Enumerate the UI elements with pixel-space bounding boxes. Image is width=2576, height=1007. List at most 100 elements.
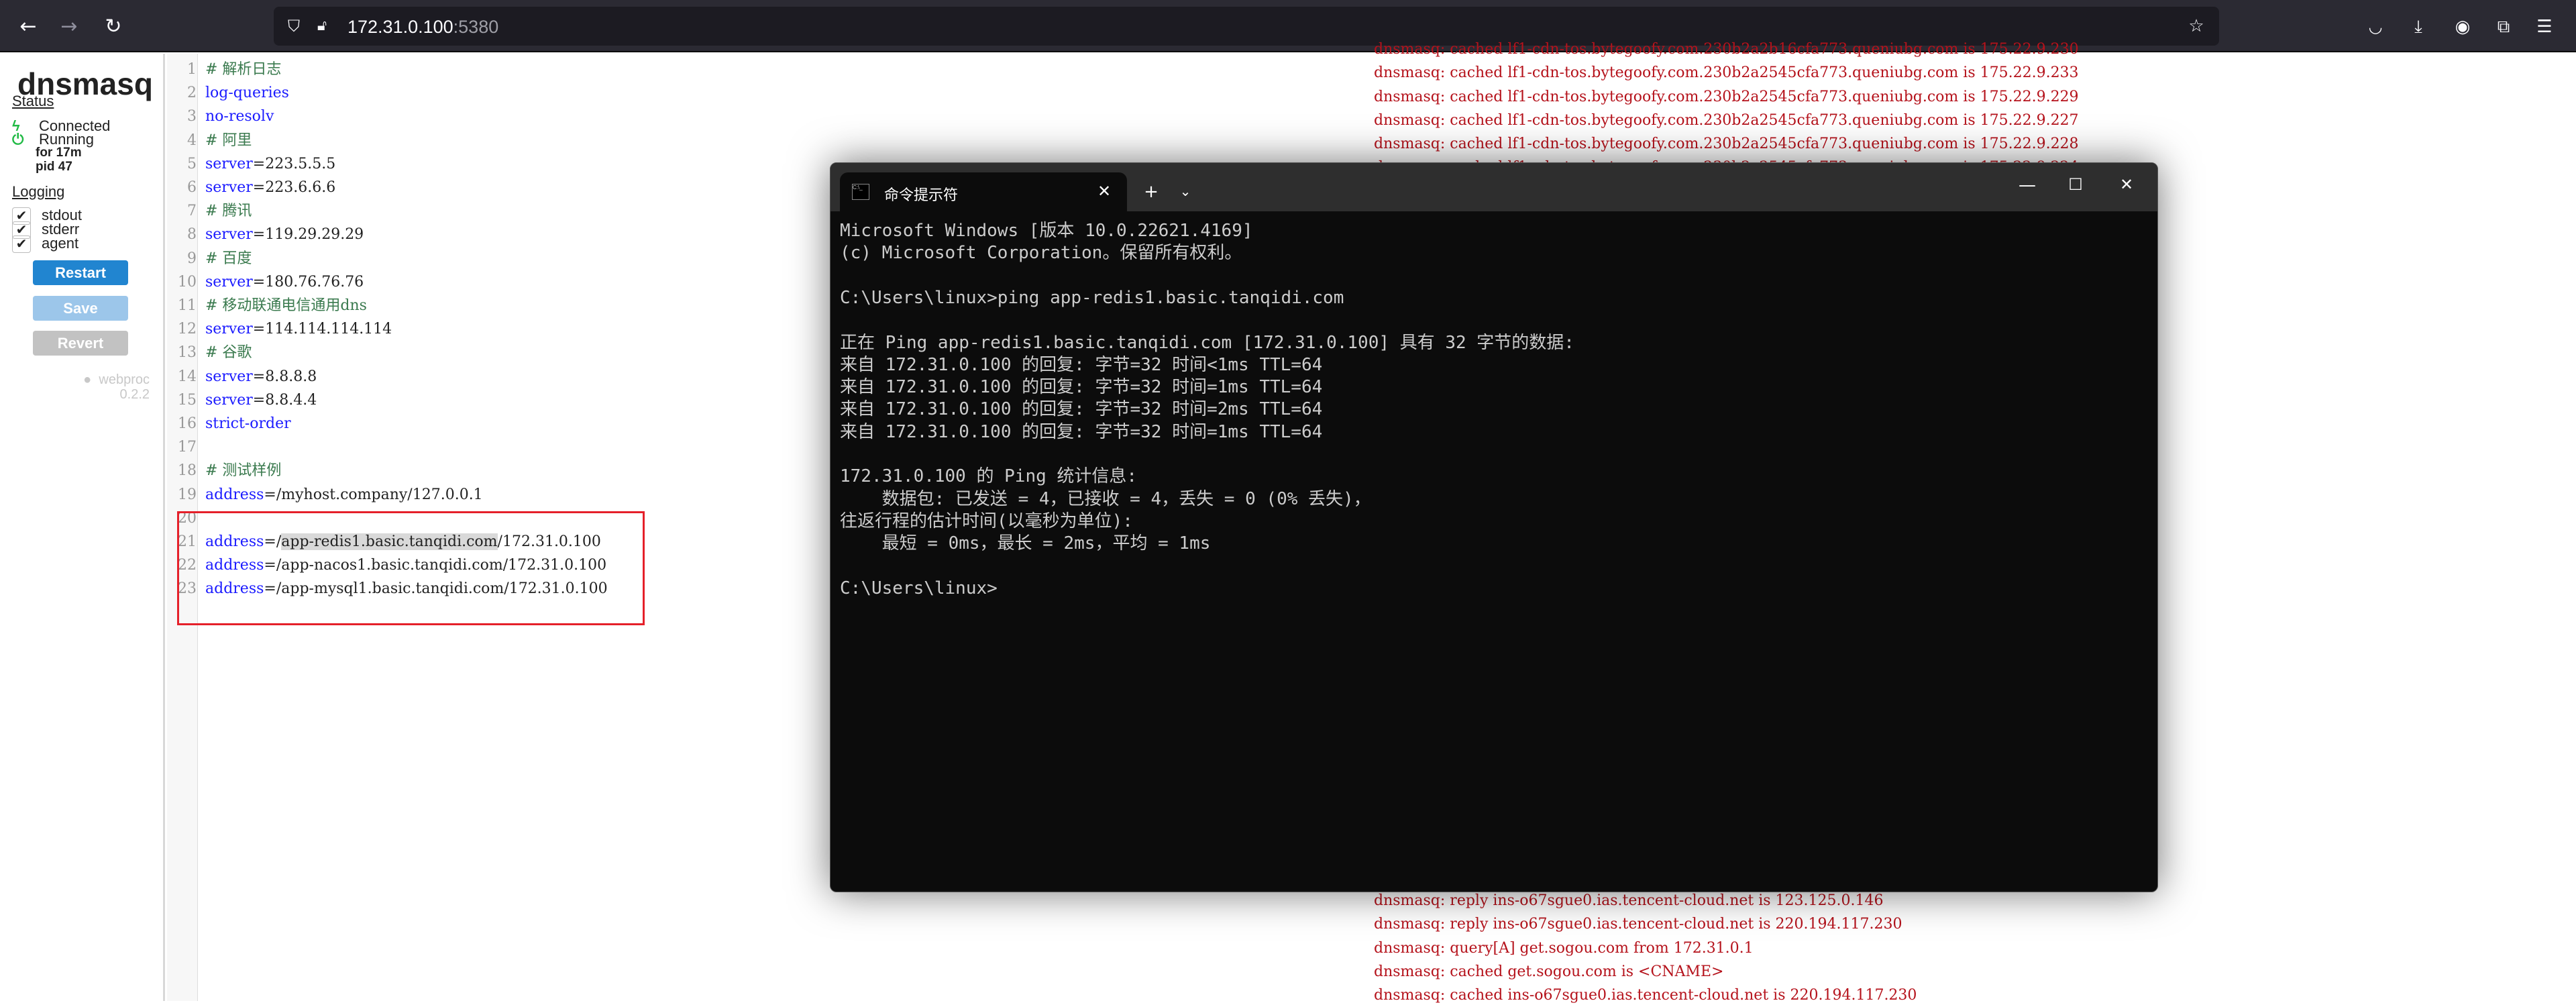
menu-icon[interactable]: ☰ xyxy=(2531,13,2558,40)
save-button[interactable]: Save xyxy=(33,296,128,321)
terminal-line: Microsoft Windows [版本 10.0.22621.4169] xyxy=(840,221,1253,241)
comment-text: # 移动联通电信通用dns xyxy=(205,297,367,314)
line-number: 9 xyxy=(187,250,197,267)
account-icon[interactable]: ◉ xyxy=(2449,13,2476,40)
log-line: dnsmasq: reply ins-o67sgue0.ias.tencent-… xyxy=(1374,916,1902,933)
directive-value: =8.8.8.8 xyxy=(252,368,317,385)
reload-icon[interactable]: ↻ xyxy=(100,13,127,40)
comment-text: # 阿里 xyxy=(205,131,252,149)
tab-title: 命令提示符 xyxy=(884,187,959,203)
comment-text: # 谷歌 xyxy=(205,344,252,362)
download-icon[interactable]: ⤓ xyxy=(2405,13,2432,40)
terminal-line: 往返行程的估计时间(以毫秒为单位): xyxy=(840,511,1133,531)
version: 0.2.2 xyxy=(119,387,150,402)
directive-value: =180.76.76.76 xyxy=(252,273,364,290)
bookmark-star-icon[interactable]: ☆ xyxy=(2183,13,2210,40)
checkbox-label: agent xyxy=(42,235,79,252)
browser-toolbar: ← → ↻ ⛉ 🔓︎ 172.31.0.100:5380 ☆ ◡ ⤓ ◉ ⧉ ☰ xyxy=(0,0,2576,52)
maximize-icon[interactable]: ☐ xyxy=(2062,175,2089,194)
new-tab-icon[interactable]: + xyxy=(1138,182,1165,202)
directive-value: =223.6.6.6 xyxy=(252,179,336,196)
close-window-icon[interactable]: ✕ xyxy=(2113,175,2140,194)
power-icon: ⏻ xyxy=(12,131,24,148)
code-line: # 移动联通电信通用dns xyxy=(205,294,367,317)
terminal-line: (c) Microsoft Corporation。保留所有权利。 xyxy=(840,243,1242,264)
code-line: server=8.8.4.4 xyxy=(205,388,317,412)
code-line: log-queries xyxy=(205,81,289,105)
status-heading: Status xyxy=(12,93,54,109)
log-line: dnsmasq: query[A] get.sogou.com from 172… xyxy=(1374,939,1754,957)
pocket-icon[interactable]: ◡ xyxy=(2362,13,2389,40)
line-number: 13 xyxy=(178,344,197,362)
code-line: server=8.8.8.8 xyxy=(205,365,317,388)
line-number: 6 xyxy=(187,179,197,196)
url-text[interactable]: 172.31.0.100:5380 xyxy=(347,17,498,38)
close-tab-icon[interactable]: ✕ xyxy=(1097,182,1111,201)
terminal-line: 最短 = 0ms，最长 = 2ms，平均 = 1ms xyxy=(840,533,1211,554)
log-line: dnsmasq: cached get.sogou.com is <CNAME> xyxy=(1374,963,1724,980)
code-line: # 解析日志 xyxy=(205,58,281,81)
directive-keyword: strict-order xyxy=(205,415,291,432)
terminal-line: 数据包: 已发送 = 4，已接收 = 4，丢失 = 0 (0% 丢失)， xyxy=(840,488,1371,509)
log-output-bottom: dnsmasq: reply ins-o67sgue0.ias.tencent-… xyxy=(1374,889,1917,1007)
terminal-line: 来自 172.31.0.100 的回复: 字节=32 时间=1ms TTL=64 xyxy=(840,421,1323,442)
restart-button[interactable]: Restart xyxy=(33,260,128,285)
insecure-lock-icon[interactable]: 🔓︎ xyxy=(309,13,335,40)
directive-keyword: server xyxy=(205,179,253,196)
line-number: 10 xyxy=(178,273,197,290)
directive-keyword: log-queries xyxy=(205,85,289,102)
code-line: # 腾讯 xyxy=(205,199,252,223)
chevron-down-icon[interactable]: ⌄ xyxy=(1172,183,1199,199)
line-number: 11 xyxy=(178,297,197,314)
uptime: for 17m xyxy=(36,146,82,160)
line-number: 2 xyxy=(187,85,197,102)
code-line: strict-order xyxy=(205,412,291,435)
log-line: dnsmasq: cached lf1-cdn-tos.bytegoofy.co… xyxy=(1374,111,2079,129)
terminal-line: 172.31.0.100 的 Ping 统计信息: xyxy=(840,466,1138,487)
line-number: 1 xyxy=(187,61,197,78)
code-line: no-resolv xyxy=(205,105,274,128)
directive-keyword: server xyxy=(205,273,253,290)
terminal-line: 来自 172.31.0.100 的回复: 字节=32 时间=1ms TTL=64 xyxy=(840,377,1323,398)
check-icon[interactable]: ✔ xyxy=(12,235,31,254)
revert-button[interactable]: Revert xyxy=(33,331,128,356)
code-line: # 百度 xyxy=(205,247,252,270)
code-line: # 谷歌 xyxy=(205,341,252,364)
terminal-line: 来自 172.31.0.100 的回复: 字节=32 时间<1ms TTL=64 xyxy=(840,354,1323,375)
log-line: dnsmasq: cached lf1-cdn-tos.bytegoofy.co… xyxy=(1374,88,2079,105)
footer-name: webproc xyxy=(99,372,150,387)
github-icon: ● xyxy=(83,372,92,387)
logging-heading: Logging xyxy=(12,183,65,200)
directive-value: =114.114.114.114 xyxy=(252,321,392,338)
sidebar: dnsmasq Status ϟ Connected ⏻ Running for 1… xyxy=(0,54,165,1001)
comment-text: # 测试样例 xyxy=(205,462,282,480)
directive-keyword: server xyxy=(205,226,253,244)
minimize-icon[interactable]: — xyxy=(2014,175,2041,195)
code-line: server=223.5.5.5 xyxy=(205,152,335,176)
shield-icon[interactable]: ⛉ xyxy=(280,13,307,40)
pid: pid 47 xyxy=(36,160,72,174)
url-port: :5380 xyxy=(453,17,499,37)
log-line: dnsmasq: cached ins-o67sgue0.ias.tencent… xyxy=(1374,987,1917,1004)
extensions-icon[interactable]: ⧉ xyxy=(2490,13,2517,40)
line-number: 4 xyxy=(187,131,197,149)
code-line: address=/myhost.company/127.0.0.1 xyxy=(205,483,483,507)
comment-text: # 百度 xyxy=(205,250,252,267)
terminal-titlebar: C:\_ 命令提示符 ✕ + ⌄ — ☐ ✕ xyxy=(830,163,2157,211)
back-icon[interactable]: ← xyxy=(15,13,42,40)
line-number: 15 xyxy=(178,391,197,409)
forward-icon[interactable]: → xyxy=(56,13,83,40)
comment-text: # 腾讯 xyxy=(205,203,252,220)
directive-keyword: server xyxy=(205,155,253,172)
terminal-tab[interactable]: C:\_ 命令提示符 ✕ xyxy=(840,172,1127,211)
cmd-icon: C:\_ xyxy=(852,184,869,200)
line-number: 5 xyxy=(187,155,197,172)
terminal-window[interactable]: C:\_ 命令提示符 ✕ + ⌄ — ☐ ✕ Microsoft Windows… xyxy=(830,162,2158,892)
line-number: 12 xyxy=(178,321,197,338)
highlight-box xyxy=(177,511,645,625)
checkbox-agent[interactable]: ✔ agent xyxy=(12,235,79,254)
directive-keyword: server xyxy=(205,391,253,409)
webproc-link[interactable]: ● webproc xyxy=(83,372,150,388)
code-line: server=119.29.29.29 xyxy=(205,223,364,246)
terminal-line: C:\Users\linux> xyxy=(840,578,998,598)
